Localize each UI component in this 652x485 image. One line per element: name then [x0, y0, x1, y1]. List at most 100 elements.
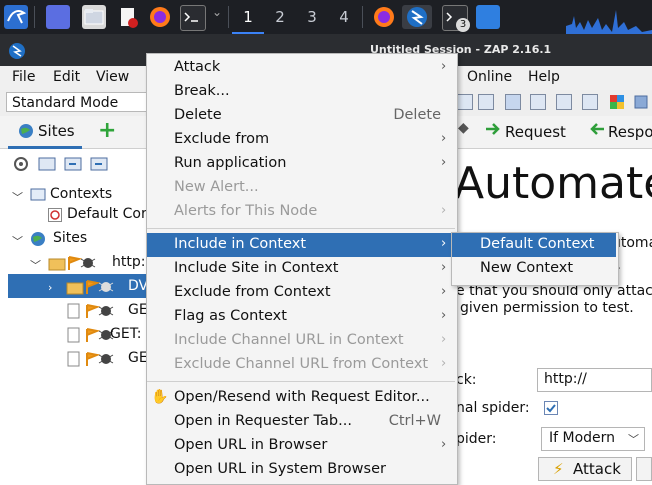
- menu-item-alerts-for-node: Alerts for This Node ›: [147, 200, 455, 224]
- mode-select[interactable]: Standard Mode: [6, 92, 148, 112]
- taskbar-separator: [228, 6, 229, 28]
- text-editor-icon[interactable]: [116, 5, 140, 29]
- tab-sites-label: Sites: [38, 122, 75, 140]
- workspace-2[interactable]: 2: [264, 0, 296, 34]
- layout-button-3[interactable]: [505, 94, 521, 110]
- menu-item-open-url-system-browser[interactable]: Open URL in System Browser: [147, 458, 455, 480]
- tree-child-3[interactable]: GE: [128, 350, 148, 366]
- chevron-down-icon[interactable]: ﹀: [12, 189, 23, 205]
- chevron-right-icon: ›: [441, 437, 447, 452]
- menu-item-shortcut: Ctrl+W: [388, 413, 441, 429]
- attack-button[interactable]: ⚡ Attack: [538, 457, 632, 481]
- hand-icon: ✋: [151, 389, 169, 405]
- menu-view[interactable]: View: [96, 69, 129, 85]
- submenu-item-default-context[interactable]: Default Context: [452, 233, 616, 257]
- file-manager-icon[interactable]: [82, 5, 106, 29]
- tree-host[interactable]: http:: [112, 254, 145, 270]
- add-ons-icon[interactable]: [608, 93, 626, 111]
- url-input[interactable]: http://: [537, 368, 652, 392]
- firefox-window-icon[interactable]: [372, 5, 396, 29]
- submenu-item-new-context[interactable]: New Context: [452, 257, 616, 281]
- menu-item-label: Include Channel URL in Context: [174, 332, 404, 348]
- workspace-3[interactable]: 3: [296, 0, 328, 34]
- layout-button-5[interactable]: [556, 94, 572, 110]
- tab-quick-start-icon[interactable]: ◆: [458, 120, 469, 136]
- spider-checkbox[interactable]: [544, 401, 558, 415]
- taskbar: ⌄ 1 2 3 4 3: [0, 0, 652, 34]
- menu-item-exclude-from-context[interactable]: Exclude from Context ›: [147, 281, 455, 305]
- target-icon[interactable]: [12, 156, 30, 172]
- zap-window-icon[interactable]: [402, 5, 432, 29]
- chevron-right-icon: ›: [441, 356, 447, 371]
- tree-sites[interactable]: Sites: [53, 230, 87, 246]
- contexts-toggle-icon[interactable]: [38, 156, 56, 172]
- menu-help[interactable]: Help: [528, 69, 560, 85]
- tab-response[interactable]: Respo: [608, 123, 652, 141]
- chevron-right-icon: ›: [441, 59, 447, 74]
- menu-edit[interactable]: Edit: [53, 69, 80, 85]
- workspace-4[interactable]: 4: [328, 0, 360, 34]
- export-icon[interactable]: [90, 156, 108, 172]
- tab-request[interactable]: Request: [505, 123, 566, 141]
- menu-item-attack[interactable]: Attack ›: [147, 56, 455, 80]
- globe-icon: [18, 123, 34, 139]
- arrow-left-icon: [588, 121, 606, 137]
- ajax-spider-select[interactable]: If Modern ﹀: [541, 427, 645, 451]
- menu-item-exclude-from[interactable]: Exclude from ›: [147, 128, 455, 152]
- menu-online[interactable]: Online: [467, 69, 512, 85]
- cpu-graph: [566, 2, 652, 34]
- menu-item-label: Break...: [174, 83, 230, 99]
- chevron-right-icon[interactable]: ›: [48, 281, 52, 294]
- chevron-right-icon: ›: [441, 155, 447, 170]
- menu-item-label: Open/Resend with Request Editor...: [174, 389, 430, 405]
- menu-item-label: Open in Requester Tab...: [174, 413, 352, 429]
- kali-menu-icon[interactable]: [4, 5, 28, 29]
- layout-button-1[interactable]: [457, 94, 473, 110]
- globe-icon: [30, 231, 46, 247]
- menu-item-include-in-context[interactable]: Include in Context ›: [147, 233, 455, 257]
- context-target-icon: [48, 208, 62, 222]
- tree-child-1[interactable]: GE: [128, 302, 148, 318]
- tab-sites[interactable]: Sites: [8, 116, 82, 149]
- chevron-right-icon: ›: [441, 236, 447, 251]
- scan-policy-icon[interactable]: [632, 93, 650, 111]
- menu-item-label: Include Site in Context: [174, 260, 339, 276]
- chevron-down-icon[interactable]: ﹀: [12, 233, 23, 249]
- tree-default-context[interactable]: Default Cor: [67, 206, 147, 222]
- add-site-icon[interactable]: +: [98, 120, 116, 142]
- folder-window-icon[interactable]: [476, 5, 500, 29]
- menu-item-new-alert: New Alert...: [147, 176, 455, 200]
- chevron-down-icon[interactable]: ﹀: [30, 257, 41, 273]
- layout-button-6[interactable]: [582, 94, 598, 110]
- menu-item-open-resend[interactable]: ✋ Open/Resend with Request Editor...: [147, 386, 455, 410]
- menu-item-run-application[interactable]: Run application ›: [147, 152, 455, 176]
- menu-item-shortcut: Delete: [393, 107, 441, 123]
- menu-file[interactable]: File: [12, 69, 35, 85]
- chevron-down-icon[interactable]: ⌄: [212, 5, 222, 29]
- layout-button-4[interactable]: [530, 94, 546, 110]
- terminal-icon[interactable]: [180, 5, 206, 31]
- menu-item-include-channel-url: Include Channel URL in Context ›: [147, 329, 455, 353]
- menu-item-label: Exclude Channel URL from Context: [174, 356, 429, 372]
- stop-button[interactable]: [636, 457, 652, 481]
- menu-item-open-url-browser[interactable]: Open URL in Browser ›: [147, 434, 455, 458]
- folder-flag-spider-icon: [48, 255, 110, 271]
- menu-item-label: Flag as Context: [174, 308, 287, 324]
- chevron-right-icon: ›: [441, 131, 447, 146]
- menu-item-flag-as-context[interactable]: Flag as Context ›: [147, 305, 455, 329]
- menu-item-include-site-in-context[interactable]: Include Site in Context ›: [147, 257, 455, 281]
- firefox-icon[interactable]: [148, 5, 172, 29]
- layout-button-2[interactable]: [478, 94, 494, 110]
- chevron-down-icon: ﹀: [628, 433, 639, 446]
- workspace-1[interactable]: 1: [232, 0, 264, 34]
- import-icon[interactable]: [64, 156, 82, 172]
- menu-item-delete[interactable]: Delete Delete: [147, 104, 455, 128]
- tree-child-2[interactable]: GET:: [110, 326, 141, 342]
- menu-item-break[interactable]: Break...: [147, 80, 455, 104]
- menu-item-exclude-channel-url: Exclude Channel URL from Context ›: [147, 353, 455, 377]
- menu-separator: [147, 228, 455, 229]
- tree-contexts[interactable]: Contexts: [50, 186, 112, 202]
- desktop-icon[interactable]: [46, 5, 70, 29]
- menu-item-open-requester-tab[interactable]: Open in Requester Tab... Ctrl+W: [147, 410, 455, 434]
- ajax-spider-value: If Modern: [549, 430, 616, 446]
